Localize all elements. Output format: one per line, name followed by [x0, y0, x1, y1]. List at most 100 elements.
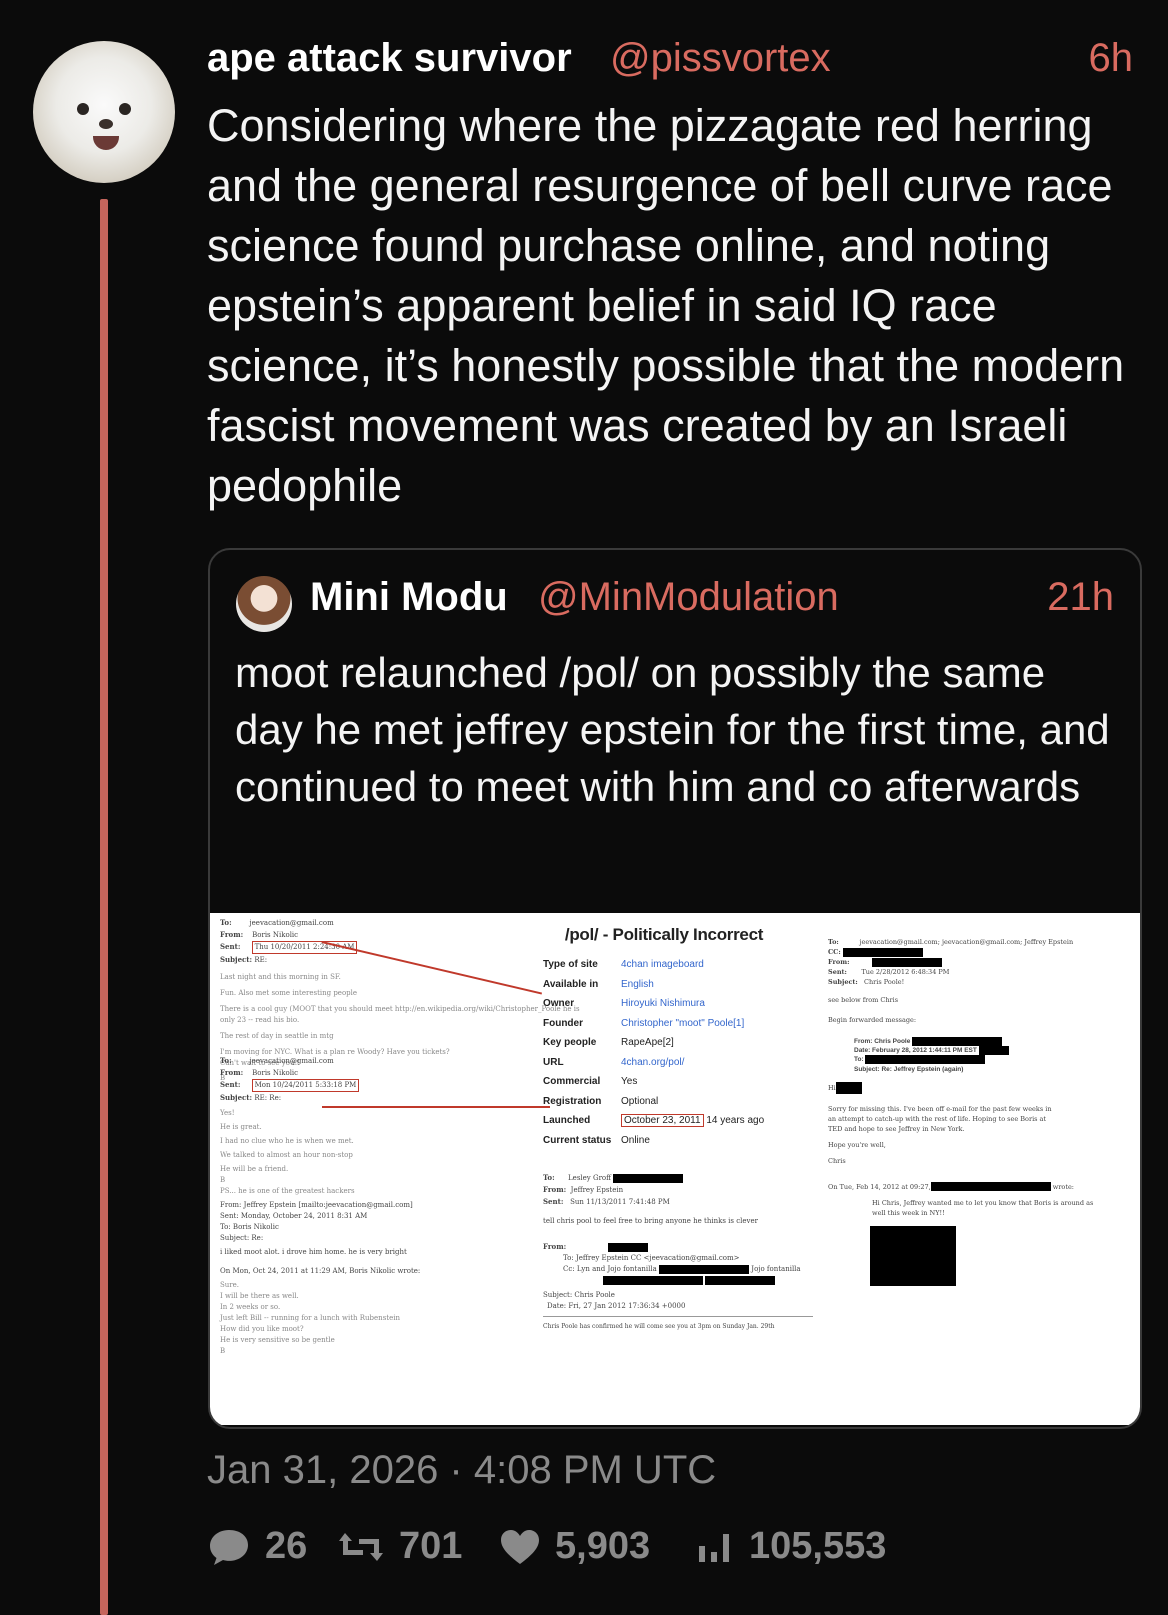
email-line: From: Jeffrey Epstein [mailto:jeevacatio…	[220, 1201, 413, 1209]
email-sent-row: Sent: Thu 10/20/2011 2:24:30 AM	[220, 941, 538, 954]
quoted-author-name[interactable]: Mini Modu	[310, 575, 508, 620]
infobox-key: Type of site	[543, 959, 598, 971]
views-button[interactable]: 105,553	[695, 1525, 886, 1568]
author-avatar[interactable]	[33, 41, 175, 183]
infobox-value[interactable]: 4chan imageboard	[621, 959, 704, 970]
fwd-from: From: Chris Poole	[854, 1038, 911, 1046]
email-line: see below from Chris	[828, 996, 899, 1004]
quoted-author-avatar[interactable]	[236, 576, 292, 632]
infobox-key: Launched	[543, 1115, 591, 1127]
email-from-row: From: Boris Nikolic	[220, 1068, 299, 1077]
views-count: 105,553	[749, 1525, 887, 1567]
infobox-launched-age: 14 years ago	[706, 1115, 765, 1127]
redaction-bar	[842, 947, 923, 957]
email-line: How did you like moot?	[220, 1325, 304, 1333]
infobox-value[interactable]: Hiroyuki Nishimura	[621, 998, 705, 1009]
email-from: Jeffrey Epstein	[570, 1186, 624, 1194]
highlight-connector-line	[322, 1106, 550, 1108]
infobox-value: Optional	[621, 1095, 659, 1107]
email-quoted-tail: wrote:	[1052, 1182, 1074, 1191]
retweet-button[interactable]: 701	[337, 1525, 462, 1568]
quoted-tweet-image[interactable]: To: jeevacation@gmail.com From: Boris Ni…	[210, 913, 1140, 1425]
email-document-middle: To: Lesley Groff From: Jeffrey Epstein S…	[543, 1172, 813, 1332]
quoted-author-handle[interactable]: @MinModulation	[538, 575, 839, 620]
email-line: To: Boris Nikolic	[220, 1223, 279, 1231]
author-handle[interactable]: @pissvortex	[610, 36, 831, 81]
infobox-key: Available in	[543, 978, 599, 990]
tweet-time[interactable]: 6h	[1089, 36, 1134, 81]
fwd-date: Date: February 28, 2012 1:44:11 PM EST	[854, 1047, 977, 1055]
email-fwd-to: To: Jeffrey Epstein CC <jeevacation@gmai…	[563, 1254, 740, 1262]
redaction-bar	[978, 1046, 1009, 1056]
infobox-key: URL	[543, 1056, 564, 1068]
reply-icon	[210, 1529, 248, 1565]
infobox-value[interactable]: Christopher "moot" Poole[1]	[621, 1018, 744, 1029]
email-line: Sorry for missing this. I've been off e-…	[828, 1104, 1052, 1113]
email-to-row: To: Lesley Groff	[543, 1172, 813, 1184]
email-sent: Sun 11/13/2011 7:41:48 PM	[570, 1198, 670, 1206]
email-line: Sent: Monday, October 24, 2011 8:31 AM	[220, 1212, 368, 1220]
author-name[interactable]: ape attack survivor	[207, 36, 572, 81]
like-count: 5,903	[555, 1525, 651, 1567]
redaction-bar	[705, 1275, 776, 1285]
infobox-launched-value: October 23, 2011	[621, 1114, 704, 1128]
tweet-text: Considering where the pizzagate red herr…	[207, 100, 1125, 511]
redaction-bar	[871, 957, 942, 967]
email-to-row: To: jeevacation@gmail.com; jeevacation@g…	[828, 938, 1074, 946]
email-to: jeevacation@gmail.com; jeevacation@gmail…	[859, 938, 1074, 946]
email-line: Hope you're well,	[828, 1140, 886, 1149]
email-sent-row: Sent: Tue 2/28/2012 6:48:34 PM	[828, 968, 950, 976]
email-line: He will be a friend.	[220, 1165, 289, 1173]
wikipedia-infobox: /pol/ - Politically Incorrect Type of si…	[543, 919, 785, 1150]
infobox-value[interactable]: 4chan.org/pol/	[621, 1057, 684, 1068]
infobox-key: Current status	[543, 1134, 612, 1146]
infobox-key: Founder	[543, 1017, 583, 1029]
fwd-from-row: From: Chris Poole	[854, 1037, 1128, 1046]
email-line: He is great.	[220, 1123, 262, 1131]
email-greeting-row: Hi	[828, 1081, 1128, 1094]
email-from-row: From: Jeffrey Epstein	[543, 1185, 624, 1194]
email-to: Lesley Groff	[568, 1174, 612, 1182]
redaction-bar	[603, 1275, 703, 1285]
heart-icon	[501, 1529, 539, 1564]
email-subject-row: Subject: RE: Re:	[220, 1093, 282, 1102]
email-line: Fun. Also met some interesting people	[220, 989, 358, 997]
email-sent: Tue 2/28/2012 6:48:34 PM	[861, 968, 950, 976]
email-line: We talked to almost an hour non-stop	[220, 1151, 353, 1159]
infobox-row: Key people RapeApe[2]	[543, 1033, 785, 1053]
email-sent: Thu 10/20/2011 2:24:30 AM	[251, 941, 358, 954]
fwd-date-row: Date: February 28, 2012 1:44:11 PM EST	[854, 1046, 1128, 1056]
like-button[interactable]: 5,903	[499, 1525, 650, 1568]
reply-button[interactable]: 26	[207, 1525, 307, 1568]
avatar-eye	[119, 103, 131, 115]
fwd-to: To:	[854, 1056, 864, 1064]
email-line: Chris	[828, 1156, 846, 1165]
infobox-row: Available in English	[543, 975, 785, 995]
quoted-tweet[interactable]: Mini Modu @MinModulation 21h moot relaun…	[208, 548, 1142, 1429]
infobox-title: /pol/ - Politically Incorrect	[564, 925, 764, 944]
divider	[543, 1316, 813, 1317]
views-bar-chart-icon	[699, 1533, 729, 1562]
infobox-value: Online	[621, 1134, 650, 1146]
email-greeting: Hi	[828, 1083, 836, 1092]
email-redacted-row	[543, 1275, 813, 1286]
infobox-key: Owner	[543, 998, 575, 1010]
email-line: PS... he is one of the greatest hackers	[220, 1187, 355, 1195]
avatar-nose	[99, 119, 113, 129]
email-fwd-body: Chris Poole has confirmed he will come s…	[543, 1323, 775, 1330]
quoted-tweet-time[interactable]: 21h	[1047, 575, 1114, 620]
email-from: Boris Nikolic	[252, 931, 299, 939]
email-from-row: From: Boris Nikolic	[220, 930, 299, 939]
infobox-row: Registration Optional	[543, 1092, 785, 1112]
email-document-left-2: To: jeevacation@gmail.com From: Boris Ni…	[220, 1055, 538, 1357]
fwd-subject: Subject: Re: Jeffrey Epstein (again)	[854, 1065, 964, 1073]
email-to: jeevacation@gmail.com	[249, 919, 334, 927]
email-to-row: To: jeevacation@gmail.com	[220, 1056, 334, 1065]
tweet-timestamp[interactable]: Jan 31, 2026 · 4:08 PM UTC	[207, 1448, 716, 1493]
infobox-value[interactable]: English	[621, 979, 654, 990]
email-line: Hi Chris, Jeffrey wanted me to let you k…	[872, 1198, 1094, 1207]
infobox-key: Registration	[543, 1095, 602, 1107]
email-line: Yes!	[220, 1109, 235, 1117]
email-line: He is very sensitive so be gentle	[220, 1336, 335, 1344]
email-line: an attempt to catch-up with the rest of …	[828, 1114, 1047, 1123]
